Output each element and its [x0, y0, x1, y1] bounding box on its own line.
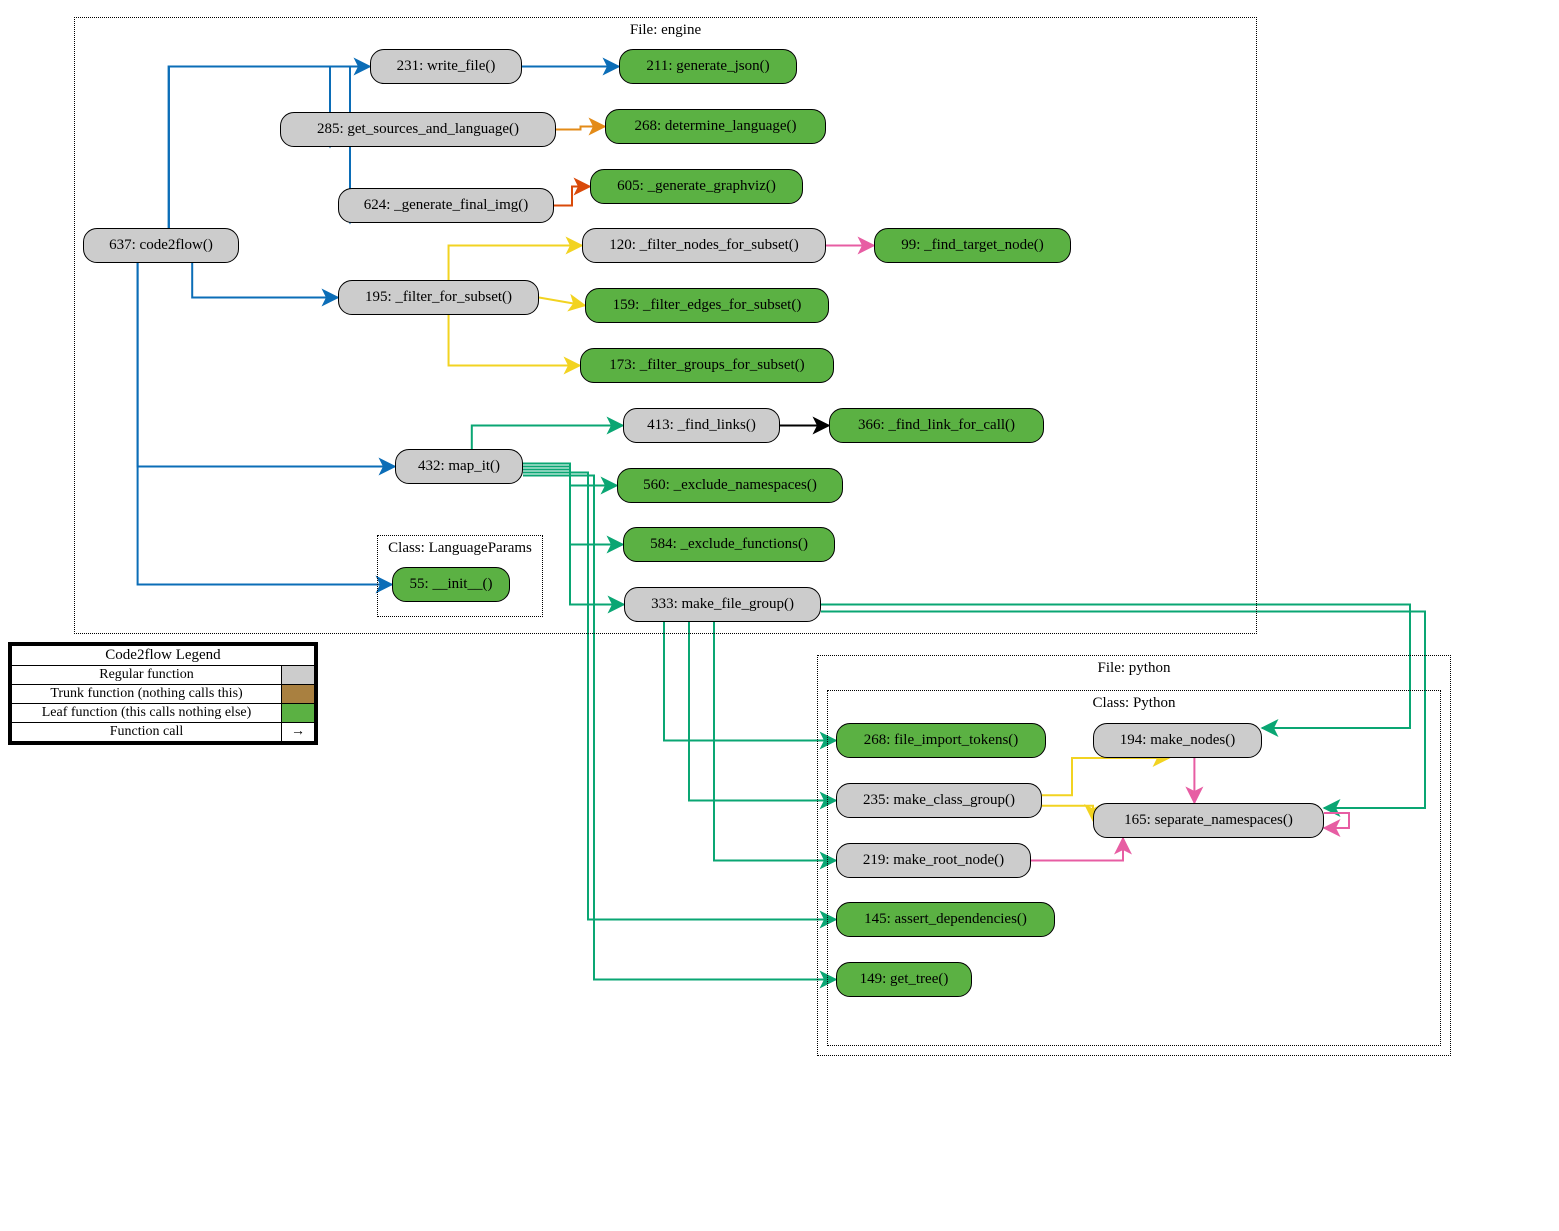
node-label: 560: _exclude_namespaces()	[643, 477, 817, 494]
node-label: 145: assert_dependencies()	[864, 911, 1027, 928]
node-label: 219: make_root_node()	[863, 852, 1004, 869]
node-separate_namespaces[interactable]: 165: separate_namespaces()	[1093, 803, 1324, 838]
node-get_sources[interactable]: 285: get_sources_and_language()	[280, 112, 556, 147]
cluster-label: Class: LanguageParams	[378, 540, 542, 557]
node-label: 333: make_file_group()	[651, 596, 794, 613]
node-generate_final_img[interactable]: 624: _generate_final_img()	[338, 188, 554, 223]
node-label: 285: get_sources_and_language()	[317, 121, 519, 138]
node-determine_language[interactable]: 268: determine_language()	[605, 109, 826, 144]
node-label: 268: determine_language()	[634, 118, 796, 135]
node-assert_dependencies[interactable]: 145: assert_dependencies()	[836, 902, 1055, 937]
node-label: 268: file_import_tokens()	[864, 732, 1019, 749]
node-filter_for_subset[interactable]: 195: _filter_for_subset()	[338, 280, 539, 315]
node-label: 194: make_nodes()	[1120, 732, 1235, 749]
legend-swatch	[282, 685, 315, 704]
legend-row-label: Trunk function (nothing calls this)	[12, 685, 282, 704]
node-label: 235: make_class_group()	[863, 792, 1015, 809]
node-make_nodes[interactable]: 194: make_nodes()	[1093, 723, 1262, 758]
node-label: 149: get_tree()	[860, 971, 949, 988]
legend-row-label: Leaf function (this calls nothing else)	[12, 704, 282, 723]
node-file_import_tokens[interactable]: 268: file_import_tokens()	[836, 723, 1046, 758]
node-label: 173: _filter_groups_for_subset()	[609, 357, 804, 374]
node-filter_nodes[interactable]: 120: _filter_nodes_for_subset()	[582, 228, 826, 263]
node-label: 605: _generate_graphviz()	[617, 178, 776, 195]
node-label: 99: _find_target_node()	[901, 237, 1044, 254]
legend-swatch	[282, 666, 315, 685]
cluster-label: File: python	[818, 660, 1450, 677]
node-filter_groups[interactable]: 173: _filter_groups_for_subset()	[580, 348, 834, 383]
node-label: 165: separate_namespaces()	[1124, 812, 1293, 829]
node-get_tree[interactable]: 149: get_tree()	[836, 962, 972, 997]
node-label: 432: map_it()	[418, 458, 500, 475]
node-label: 195: _filter_for_subset()	[365, 289, 512, 306]
edge	[664, 622, 836, 741]
legend-swatch	[282, 704, 315, 723]
node-write_file[interactable]: 231: write_file()	[370, 49, 522, 84]
edge	[689, 622, 836, 801]
node-init[interactable]: 55: __init__()	[392, 567, 510, 602]
diagram-canvas: File: engine Class: LanguageParams File: p…	[0, 0, 1559, 1231]
legend-arrow-icon: →	[282, 723, 315, 742]
node-label: 120: _filter_nodes_for_subset()	[609, 237, 799, 254]
node-filter_edges[interactable]: 159: _filter_edges_for_subset()	[585, 288, 829, 323]
node-exclude_namespaces[interactable]: 560: _exclude_namespaces()	[617, 468, 843, 503]
node-find_link_for_call[interactable]: 366: _find_link_for_call()	[829, 408, 1044, 443]
node-find_links[interactable]: 413: _find_links()	[623, 408, 780, 443]
node-label: 584: _exclude_functions()	[650, 536, 808, 553]
legend-row-label: Regular function	[12, 666, 282, 685]
node-make_file_group[interactable]: 333: make_file_group()	[624, 587, 821, 622]
legend: Code2flow LegendRegular functionTrunk fu…	[8, 642, 318, 745]
node-label: 55: __init__()	[410, 576, 493, 593]
cluster-label: File: engine	[75, 22, 1256, 39]
node-label: 637: code2flow()	[109, 237, 213, 254]
node-make_class_group[interactable]: 235: make_class_group()	[836, 783, 1042, 818]
node-label: 413: _find_links()	[647, 417, 756, 434]
node-make_root_node[interactable]: 219: make_root_node()	[836, 843, 1031, 878]
node-label: 159: _filter_edges_for_subset()	[613, 297, 802, 314]
node-generate_graphviz[interactable]: 605: _generate_graphviz()	[590, 169, 803, 204]
node-label: 211: generate_json()	[646, 58, 769, 75]
node-code2flow[interactable]: 637: code2flow()	[83, 228, 239, 263]
cluster-label: Class: Python	[828, 695, 1440, 712]
legend-row-label: Function call	[12, 723, 282, 742]
legend-title: Code2flow Legend	[12, 646, 315, 666]
node-map_it[interactable]: 432: map_it()	[395, 449, 523, 484]
node-exclude_functions[interactable]: 584: _exclude_functions()	[623, 527, 835, 562]
node-label: 366: _find_link_for_call()	[858, 417, 1015, 434]
node-label: 624: _generate_final_img()	[364, 197, 529, 214]
node-label: 231: write_file()	[397, 58, 496, 75]
node-find_target_node[interactable]: 99: _find_target_node()	[874, 228, 1071, 263]
node-generate_json[interactable]: 211: generate_json()	[619, 49, 797, 84]
